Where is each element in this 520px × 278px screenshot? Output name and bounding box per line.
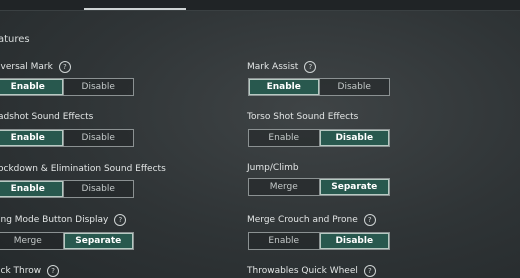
mark-assist-label: Mark Assist xyxy=(247,62,299,72)
jump-climb-merge-option[interactable]: Merge xyxy=(249,179,319,195)
moving-mode-merge-option[interactable]: Merge xyxy=(0,233,63,249)
knockdown-sfx-disable-option[interactable]: Disable xyxy=(62,181,133,197)
help-icon[interactable]: ? xyxy=(363,214,376,226)
merge-crouch-prone-enable-option[interactable]: Enable xyxy=(249,233,319,249)
torso-sfx-label: Torso Shot Sound Effects xyxy=(247,112,359,122)
setting-label-merge-crouch-prone: Merge Crouch and Prone ? xyxy=(247,214,376,226)
quick-throw-label: ick Throw xyxy=(0,266,42,276)
tab-divider xyxy=(0,10,520,11)
headshot-sfx-disable-option[interactable]: Disable xyxy=(62,130,133,146)
universal-mark-toggle: Enable Disable xyxy=(0,78,134,96)
torso-sfx-disable-option[interactable]: Disable xyxy=(318,130,389,146)
headshot-sfx-label: adshot Sound Effects xyxy=(0,112,94,122)
help-icon[interactable]: ? xyxy=(58,61,71,73)
moving-mode-separate-option[interactable]: Separate xyxy=(62,233,133,249)
moving-mode-display-label: ing Mode Button Display xyxy=(0,215,109,225)
headshot-sfx-enable-option[interactable]: Enable xyxy=(0,130,63,146)
knockdown-sfx-label: ockdown & Elimination Sound Effects xyxy=(0,164,166,174)
merge-crouch-prone-toggle: Enable Disable xyxy=(248,232,390,250)
mark-assist-disable-option[interactable]: Disable xyxy=(318,79,389,95)
torso-sfx-enable-option[interactable]: Enable xyxy=(249,130,319,146)
jump-climb-toggle: Merge Separate xyxy=(248,178,390,196)
universal-mark-disable-option[interactable]: Disable xyxy=(62,79,133,95)
jump-climb-separate-option[interactable]: Separate xyxy=(318,179,389,195)
help-icon[interactable]: ? xyxy=(114,214,127,226)
help-icon[interactable]: ? xyxy=(304,61,317,73)
setting-label-headshot-sfx: adshot Sound Effects xyxy=(0,112,93,122)
merge-crouch-prone-label: Merge Crouch and Prone xyxy=(247,215,358,225)
moving-mode-display-toggle: Merge Separate xyxy=(0,232,134,250)
knockdown-sfx-enable-option[interactable]: Enable xyxy=(0,181,63,197)
headshot-sfx-toggle: Enable Disable xyxy=(0,129,134,147)
top-tab-bar xyxy=(0,0,520,10)
throwables-quick-wheel-label: Throwables Quick Wheel xyxy=(247,266,358,276)
setting-label-universal-mark: iversal Mark ? xyxy=(0,61,71,73)
universal-mark-label: iversal Mark xyxy=(0,62,53,72)
setting-label-throwables-quick-wheel: Throwables Quick Wheel ? xyxy=(247,265,376,277)
setting-label-moving-mode-display: ing Mode Button Display ? xyxy=(0,214,127,226)
mark-assist-toggle: Enable Disable xyxy=(248,78,390,96)
setting-label-knockdown-sfx: ockdown & Elimination Sound Effects xyxy=(0,164,166,174)
setting-label-mark-assist: Mark Assist ? xyxy=(247,61,317,73)
setting-label-quick-throw: ick Throw ? xyxy=(0,265,60,277)
knockdown-sfx-toggle: Enable Disable xyxy=(0,180,134,198)
universal-mark-enable-option[interactable]: Enable xyxy=(0,79,63,95)
help-icon[interactable]: ? xyxy=(363,265,376,277)
section-title: atures xyxy=(0,34,30,45)
setting-label-jump-climb: Jump/Climb xyxy=(247,163,299,173)
jump-climb-label: Jump/Climb xyxy=(247,163,299,173)
torso-sfx-toggle: Enable Disable xyxy=(248,129,390,147)
merge-crouch-prone-disable-option[interactable]: Disable xyxy=(318,233,389,249)
setting-label-torso-sfx: Torso Shot Sound Effects xyxy=(247,112,358,122)
help-icon[interactable]: ? xyxy=(47,265,60,277)
mark-assist-enable-option[interactable]: Enable xyxy=(249,79,319,95)
